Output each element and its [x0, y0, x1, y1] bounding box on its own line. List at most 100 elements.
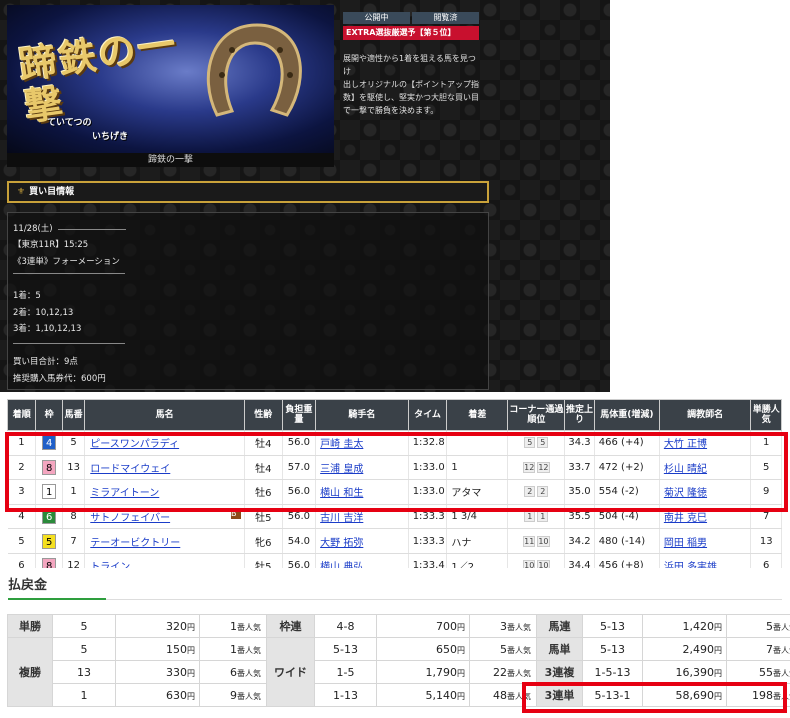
- trainer-cell: 杉山 晴紀: [659, 455, 752, 481]
- jockey-link[interactable]: 三浦 皇成: [320, 464, 363, 475]
- jockey-link[interactable]: 古川 吉洋: [320, 513, 363, 524]
- jockey-cell: 古川 吉洋: [315, 504, 409, 530]
- win-popularity: 13: [750, 528, 782, 554]
- bet-type-label: 単勝: [7, 614, 53, 638]
- horse-name-link[interactable]: ミラアイトーン: [90, 488, 159, 499]
- description: 展開や適性から1着を狙える馬を見つけ 出しオリジナルの【ポイントアップ指 数】を…: [343, 52, 483, 117]
- horse-name-link[interactable]: サトノフェイバー: [90, 513, 170, 524]
- payout-value: 650: [436, 642, 457, 656]
- trainer-link[interactable]: 菊沢 隆徳: [664, 488, 707, 499]
- popularity-value: 1: [230, 619, 237, 633]
- trainer-link[interactable]: 杉山 晴紀: [664, 464, 707, 475]
- buy-info-header: ⚜ 買い目情報: [7, 181, 489, 203]
- win-popularity: 5: [750, 455, 782, 481]
- jockey-link[interactable]: 横山 和生: [320, 488, 363, 499]
- jockey-cell: 三浦 皇成: [315, 455, 409, 481]
- popularity-unit: 番人気: [507, 668, 531, 678]
- description-line: で一撃で勝負を決めます。: [343, 106, 439, 115]
- column-header-label: 調教師名: [687, 410, 724, 420]
- description-line: 出しオリジナルの【ポイントアップ指: [343, 80, 479, 89]
- margin: アタマ: [446, 479, 509, 505]
- carried-weight: 54.0: [282, 528, 317, 554]
- trainer-link[interactable]: 大竹 正博: [664, 439, 707, 450]
- finish-rank: 4: [7, 504, 37, 530]
- table-row: 4 6 8 サトノフェイバー B 牡5 56.0 古川 吉洋 1:33.3 1 3/4 1 1 35.5…: [7, 504, 782, 530]
- payout-amount: 5,140円: [376, 683, 470, 707]
- sex-age: 牡5: [244, 504, 283, 530]
- popularity-value: 3: [500, 619, 507, 633]
- corner-cell: 11: [507, 504, 566, 530]
- payout-amount: 1,420円: [642, 614, 727, 638]
- horse-name-link[interactable]: テーオービクトリー: [90, 538, 180, 549]
- horse-number: 1: [62, 479, 86, 505]
- column-header: 単勝人気: [750, 399, 782, 431]
- column-header-label: 枠: [44, 410, 54, 420]
- yen-unit: 円: [457, 645, 465, 655]
- popularity-value: 198: [752, 688, 773, 702]
- yen-unit: 円: [457, 668, 465, 678]
- jockey-link[interactable]: 大野 拓弥: [320, 538, 363, 549]
- horse-name-link[interactable]: ロードマイウェイ: [90, 464, 170, 475]
- finish-time: 1:33.0: [408, 455, 448, 481]
- last-3f: 34.3: [564, 430, 595, 456]
- buy-info-box: 11/28(土) 【東京11R】15:25 《3連単》フォーメーション 1着：5…: [7, 212, 489, 390]
- waku-badge: 4: [42, 435, 57, 451]
- horse-name-cell: サトノフェイバー B: [84, 504, 245, 530]
- trainer-cell: 大竹 正博: [659, 430, 752, 456]
- payout-amount: 16,390円: [642, 660, 727, 684]
- body-weight: 480 (-14): [594, 528, 660, 554]
- corner-cell: 12 12: [507, 455, 566, 481]
- horse-name-cell: ピースワンパラディ: [84, 430, 245, 456]
- yen-unit: 円: [187, 645, 195, 655]
- divider: [13, 343, 125, 344]
- trainer-link[interactable]: 岡田 稲男: [664, 538, 707, 549]
- trainer-link[interactable]: 南井 克巳: [664, 513, 707, 524]
- payout-title: 払戻金: [8, 578, 48, 593]
- table-row: 3 1 1 ミラアイトーン 牡6 56.0 横山 和生 1:33.0 アタマ 2 2 35.0 554 …: [7, 479, 782, 505]
- payout-combination: 5-13: [314, 637, 377, 661]
- popularity-unit: 番人気: [773, 668, 790, 678]
- margin: 1: [446, 455, 509, 481]
- banner-image: 蹄鉄の一撃 ていてつの いちげき: [7, 5, 334, 153]
- status-viewed-badge: 閲覧済: [412, 12, 479, 24]
- bet-type: 《3連単》フォーメーション: [13, 257, 120, 267]
- waku-badge: 6: [42, 509, 57, 525]
- payout-value: 700: [436, 619, 457, 633]
- payout-value: 630: [166, 688, 187, 702]
- banner-caption: 蹄鉄の一撃: [7, 153, 334, 167]
- table-row: 1 4 5 ピースワンパラディ 牡4 56.0 戸崎 圭太 1:32.8 5 5 34.3 466 (…: [7, 430, 782, 456]
- column-header: 調教師名: [658, 399, 752, 431]
- corner-position: 1: [537, 511, 549, 523]
- payout-amount: 58,690円: [642, 683, 727, 707]
- payout-row: 13 330円 6番人気 1-5 1,790円 22番人気 3連複 1-5-13 16,390円…: [8, 660, 790, 684]
- column-header: 性齢: [243, 399, 283, 431]
- finish-time: 1:33.0: [408, 479, 448, 505]
- payout-row: 単勝5320円1番人気枠連4-8700円3番人気馬連5-131,420円5番人気: [7, 614, 790, 638]
- popularity-unit: 番人気: [773, 645, 790, 655]
- yen-unit: 円: [714, 622, 722, 632]
- payout-combination: 1-5: [314, 660, 377, 684]
- yen-unit: 円: [714, 691, 722, 701]
- sex-age: 牝6: [244, 528, 283, 554]
- horse-name-link[interactable]: ピースワンパラディ: [90, 439, 179, 450]
- body-weight: 554 (-2): [594, 479, 660, 505]
- payout-table: 単勝5320円1番人気枠連4-8700円3番人気馬連5-131,420円5番人気…: [7, 614, 790, 707]
- bet-type-label: 枠連: [266, 614, 315, 638]
- popularity-value: 5: [766, 619, 773, 633]
- column-header-label: 馬体重(増減): [600, 410, 654, 420]
- corner-cell: 55: [507, 430, 566, 456]
- jockey-link[interactable]: 戸崎 圭太: [320, 439, 363, 450]
- popularity-value: 48: [493, 688, 507, 702]
- payout-popularity: 7番人気: [726, 637, 790, 661]
- sex-age: 牡4: [244, 455, 283, 481]
- payout-combination: 5: [52, 637, 116, 661]
- column-header-label: 推定上り: [566, 405, 594, 425]
- total-bets: 買い目合計：9点: [13, 357, 78, 367]
- bet-type-label: 3連複: [536, 660, 583, 684]
- third-place-picks: 3着：1,10,12,13: [13, 324, 82, 334]
- payout-popularity: 55番人気: [726, 660, 790, 684]
- payout-popularity: 3番人気: [469, 614, 537, 638]
- payout-combination: 1-13: [314, 683, 377, 707]
- status-public-badge: 公開中: [343, 12, 410, 24]
- margin: ハナ: [446, 528, 509, 554]
